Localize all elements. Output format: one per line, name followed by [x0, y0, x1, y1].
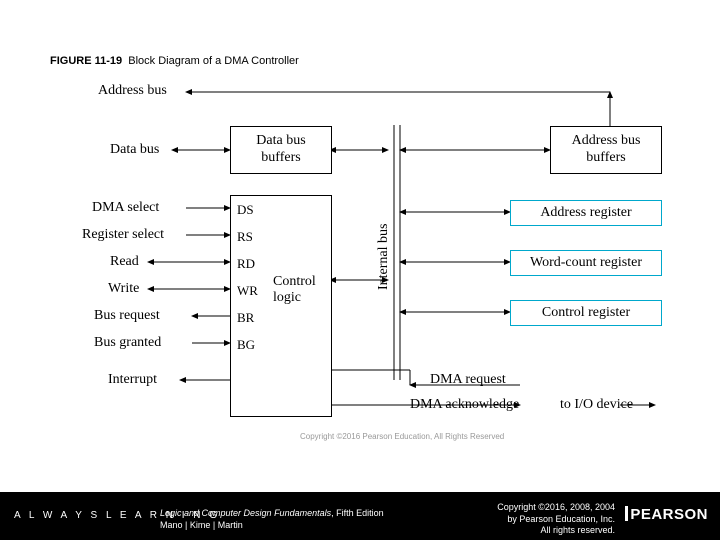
label-register-select: Register select — [82, 227, 164, 243]
pin-br: BR — [237, 310, 254, 326]
figure-title: FIGURE 11-19 Block Diagram of a DMA Cont… — [50, 55, 299, 67]
label-read: Read — [110, 254, 139, 270]
label-data-bus: Data bus — [110, 142, 159, 158]
footer-copyright: Copyright ©2016, 2008, 2004 by Pearson E… — [497, 502, 615, 537]
pearson-logo: PEARSON — [625, 506, 708, 523]
label-dma-request: DMA request — [430, 372, 506, 388]
label-dma-select: DMA select — [92, 200, 159, 216]
block-control-logic: DS RS RD WR BR BG Control logic — [230, 195, 332, 417]
footer-bar: A L W A Y S L E A R N I N G Logic and Co… — [0, 492, 720, 540]
pin-bg: BG — [237, 337, 255, 353]
pin-ds: DS — [237, 202, 254, 218]
label-bus-granted: Bus granted — [94, 335, 161, 351]
block-word-count-register: Word-count register — [510, 250, 662, 276]
diagram-canvas: Address bus Data bus DMA select Register… — [80, 80, 660, 455]
pin-rd: RD — [237, 256, 255, 272]
pin-wr: WR — [237, 283, 258, 299]
label-address-bus: Address bus — [98, 83, 167, 99]
block-data-bus-buffers: Data bus buffers — [230, 126, 332, 174]
block-control-register: Control register — [510, 300, 662, 326]
label-control-logic: Control logic — [273, 274, 316, 306]
label-bus-request: Bus request — [94, 308, 160, 324]
block-address-register: Address register — [510, 200, 662, 226]
inner-copyright: Copyright ©2016 Pearson Education, All R… — [300, 432, 504, 441]
label-internal-bus: Internal bus — [376, 224, 392, 290]
label-to-io: to I/O device — [560, 397, 633, 413]
pin-rs: RS — [237, 229, 253, 245]
book-citation: Logic and Computer Design Fundamentals, … — [160, 508, 384, 531]
label-dma-ack: DMA acknowledge — [410, 397, 519, 413]
label-interrupt: Interrupt — [108, 372, 157, 388]
block-address-bus-buffers: Address bus buffers — [550, 126, 662, 174]
label-write: Write — [108, 281, 139, 297]
